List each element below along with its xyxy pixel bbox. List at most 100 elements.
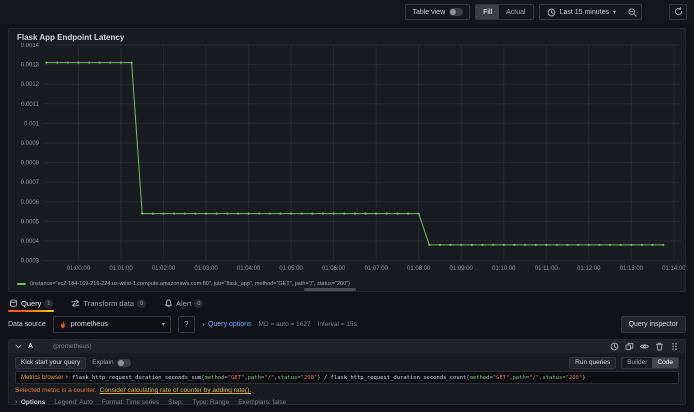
code-mode-button[interactable]: Code	[652, 357, 678, 368]
metrics-browser-label: Metrics browser	[21, 374, 64, 381]
svg-text:01:01:00: 01:01:00	[109, 266, 133, 272]
svg-text:0.0012: 0.0012	[21, 82, 40, 88]
eye-icon[interactable]	[640, 342, 649, 351]
svg-text:0.0003: 0.0003	[21, 259, 40, 265]
tab-alert-count: 0	[194, 299, 204, 308]
kick-start-button[interactable]: Kick start your query	[15, 356, 87, 369]
option-format: Format: Time series	[101, 398, 160, 406]
zoom-out-button[interactable]	[623, 5, 641, 19]
table-view-control[interactable]: Table view	[405, 4, 471, 20]
svg-text:01:03:00: 01:03:00	[194, 266, 218, 272]
panel-title: Flask App Endpoint Latency	[17, 33, 125, 42]
panel-edit-toolbar: Table view Fill Actual Last 15 minutes ▾	[0, 0, 694, 24]
transform-icon	[71, 299, 80, 308]
query-row-body: Kick start your query Explain Run querie…	[9, 353, 685, 407]
warning-text: Selected metric is a counter.	[15, 387, 97, 394]
builder-mode-button[interactable]: Builder	[622, 358, 652, 368]
data-source-select[interactable]: prometheus ▾	[52, 316, 171, 333]
query-datasource-hint: (prometheus)	[53, 343, 92, 350]
data-source-value: prometheus	[70, 321, 108, 328]
active-tab-underline	[8, 310, 55, 312]
query-options-label: Query options	[207, 321, 252, 328]
tab-query[interactable]: Query 1	[8, 295, 55, 312]
promql-editor[interactable]: Metrics browser › flask_http_request_dur…	[15, 371, 679, 384]
datasource-bar: Data source prometheus ▾ ? › Query optio…	[8, 315, 686, 334]
editor-tabs: Query 1 Transform data 0 Alert 0	[8, 295, 686, 312]
svg-text:0.0013: 0.0013	[21, 63, 40, 69]
svg-text:0.0009: 0.0009	[21, 141, 40, 147]
table-view-toggle[interactable]	[449, 8, 464, 16]
options-toggle[interactable]: › Options	[15, 397, 46, 406]
svg-text:0.0014: 0.0014	[21, 43, 40, 49]
clock-icon	[547, 8, 556, 17]
refresh-button[interactable]	[669, 4, 687, 20]
collapse-chevron-icon[interactable]	[15, 343, 22, 350]
time-controls-group: Last 15 minutes ▾	[538, 4, 642, 20]
svg-text:01:04:00: 01:04:00	[237, 266, 261, 272]
time-range-picker[interactable]: Last 15 minutes ▾	[540, 5, 623, 19]
svg-text:01:02:00: 01:02:00	[152, 266, 176, 272]
svg-text:0.0011: 0.0011	[21, 102, 40, 108]
svg-text:0.0005: 0.0005	[21, 219, 40, 225]
explain-toggle[interactable]	[116, 358, 131, 367]
chevron-right-icon: ›	[201, 319, 205, 329]
datasource-help-button[interactable]: ?	[177, 316, 195, 333]
trash-icon[interactable]	[655, 342, 664, 351]
legend-series-label: {instance="ec2-184-169-216-224.us-west-1…	[30, 281, 350, 287]
explain-control: Explain	[92, 358, 131, 367]
fill-button[interactable]: Fill	[476, 5, 500, 19]
magnifier-minus-icon	[627, 5, 637, 19]
chevron-down-icon: ▾	[612, 8, 616, 16]
query-options-toggle[interactable]: › Query options	[201, 319, 252, 329]
query-inspector-button[interactable]: Query inspector	[620, 316, 686, 333]
actual-button[interactable]: Actual	[499, 5, 532, 19]
duplicate-query-icon[interactable]	[625, 342, 634, 351]
query-ref-id[interactable]: A	[28, 343, 33, 350]
latency-panel: Flask App Endpoint Latency 0.0014 0.0013 0…	[8, 28, 686, 292]
svg-text:0.0007: 0.0007	[21, 180, 40, 186]
svg-text:01:09:00: 01:09:00	[450, 266, 474, 272]
tab-transform-label: Transform data	[83, 299, 135, 308]
database-icon	[9, 299, 18, 308]
option-legend: Legend: Auto	[54, 398, 93, 406]
query-options-row: › Options Legend: Auto Format: Time seri…	[15, 397, 679, 407]
fill-actual-group: Fill Actual	[475, 4, 534, 20]
latency-chart[interactable]: 0.0014 0.0013 0.0012 0.0011 0.001 0.0009 0.000…	[13, 43, 685, 275]
query-expression[interactable]: flask_http_request_duration_seconds_sum{…	[72, 375, 585, 381]
svg-text:0.0008: 0.0008	[21, 161, 40, 167]
options-label: Options	[20, 398, 46, 406]
svg-text:01:10:00: 01:10:00	[492, 266, 516, 272]
warning-rate-link[interactable]: Consider calculating rate of counter by …	[100, 387, 251, 394]
question-icon: ?	[184, 320, 189, 329]
svg-text:0.0004: 0.0004	[21, 239, 40, 245]
tab-transform-data[interactable]: Transform data 0	[70, 295, 147, 312]
metrics-browser-toggle[interactable]: Metrics browser ›	[21, 374, 68, 381]
option-exemplars: Exemplars: false	[238, 398, 287, 406]
query-row-actions	[610, 342, 679, 351]
tab-alert[interactable]: Alert 0	[163, 295, 204, 312]
svg-text:01:12:00: 01:12:00	[577, 266, 601, 272]
svg-text:01:07:00: 01:07:00	[365, 266, 389, 272]
svg-text:01:06:00: 01:06:00	[322, 266, 346, 272]
legend-scrollbar-thumb[interactable]	[304, 288, 356, 291]
editor-mode-group: Builder Code	[621, 356, 679, 369]
chevron-down-icon: ▾	[161, 321, 165, 328]
time-range-label: Last 15 minutes	[559, 8, 609, 16]
tab-transform-count: 0	[137, 299, 147, 308]
refresh-icon	[674, 3, 683, 21]
table-view-label: Table view	[412, 8, 446, 16]
option-type: Type: Range	[192, 398, 230, 406]
query-row-header[interactable]: A (prometheus)	[9, 340, 685, 353]
chevron-right-icon: ›	[15, 397, 18, 406]
svg-text:0.001: 0.001	[24, 121, 40, 127]
tab-alert-label: Alert	[176, 299, 192, 308]
tab-query-count: 1	[44, 299, 54, 308]
svg-text:01:08:00: 01:08:00	[407, 266, 431, 272]
drag-handle-icon[interactable]	[670, 342, 679, 351]
max-data-points: MD = auto = 1627	[258, 321, 311, 328]
run-queries-button[interactable]: Run queries	[569, 356, 617, 369]
chevron-right-icon: ›	[65, 373, 69, 381]
explain-label: Explain	[92, 359, 114, 366]
option-step: Step:	[168, 398, 184, 406]
query-history-icon[interactable]	[610, 342, 619, 351]
